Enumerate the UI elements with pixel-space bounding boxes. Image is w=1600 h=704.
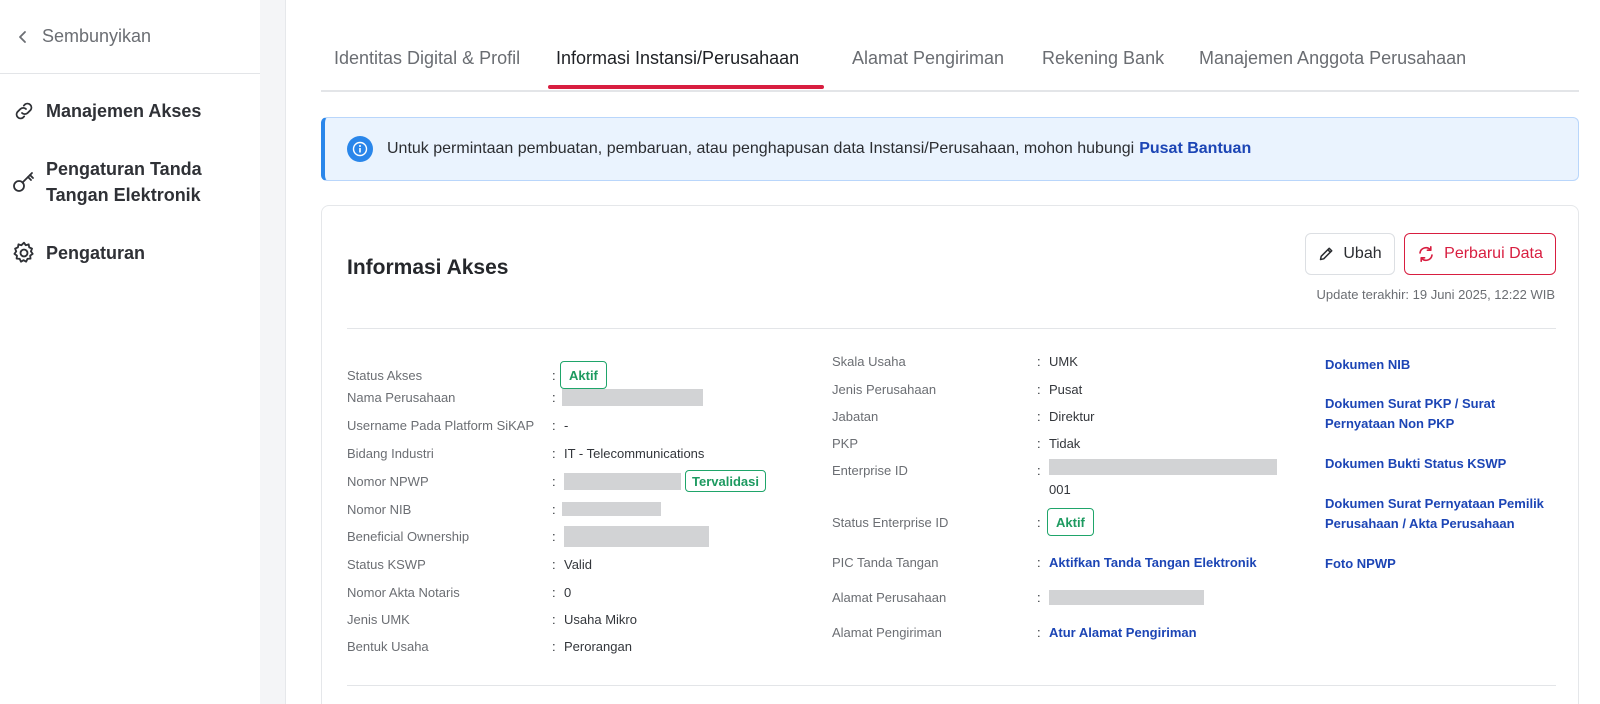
tab-manajemen-anggota[interactable]: Manajemen Anggota Perusahaan xyxy=(1199,48,1466,69)
field-label: Nomor NPWP xyxy=(347,473,429,489)
field-label: Nama Perusahaan xyxy=(347,389,456,405)
status-badge: Aktif xyxy=(560,361,607,389)
sidebar-item-label: Pengaturan xyxy=(46,243,146,263)
document-kswp-link[interactable]: Dokumen Bukti Status KSWP xyxy=(1325,454,1525,474)
field-label: Jabatan xyxy=(832,408,879,424)
edit-button[interactable]: Ubah xyxy=(1305,233,1395,275)
validated-badge: Tervalidasi xyxy=(685,470,766,492)
refresh-label: Perbarui Data xyxy=(1444,245,1543,262)
field-value: Valid xyxy=(564,556,592,572)
field-value: - xyxy=(564,417,569,433)
document-ownership-link[interactable]: Dokumen Surat Pernyataan Pemilik Perusah… xyxy=(1325,494,1560,534)
sidebar: Sembunyikan Manajemen Akses Pengaturan T… xyxy=(0,0,260,704)
sidebar-item-pengaturan[interactable]: Pengaturan xyxy=(0,240,260,266)
photo-npwp-link[interactable]: Foto NPWP xyxy=(1325,554,1525,574)
refresh-icon xyxy=(1417,245,1435,263)
edit-label: Ubah xyxy=(1343,245,1382,262)
field-value: UMK xyxy=(1049,353,1078,369)
content-gutter xyxy=(260,0,286,704)
help-center-link[interactable]: Pusat Bantuan xyxy=(1139,140,1251,158)
field-label: Nomor NIB xyxy=(347,501,412,517)
field-label: Jenis UMK xyxy=(347,611,410,627)
tab-identitas-digital[interactable]: Identitas Digital & Profil xyxy=(334,48,520,69)
redacted-value xyxy=(562,388,703,406)
document-nib-link[interactable]: Dokumen NIB xyxy=(1325,355,1525,375)
set-shipping-address-link[interactable]: Atur Alamat Pengiriman xyxy=(1049,625,1197,640)
redacted-value xyxy=(564,472,681,490)
field-label: Username Pada Platform SiKAP xyxy=(347,417,535,433)
field-label: Jenis Perusahaan xyxy=(832,381,937,397)
tab-informasi-instansi[interactable]: Informasi Instansi/Perusahaan xyxy=(556,48,799,69)
field-value: Direktur xyxy=(1049,408,1095,424)
link-icon xyxy=(0,99,46,123)
active-tab-indicator xyxy=(548,85,824,89)
banner-text: Untuk permintaan pembuatan, pembaruan, a… xyxy=(387,140,1135,157)
sidebar-item-manajemen-akses[interactable]: Manajemen Akses xyxy=(0,98,260,124)
pencil-icon xyxy=(1318,246,1334,262)
field-value: Perorangan xyxy=(564,638,632,654)
field-value: Usaha Mikro xyxy=(564,611,637,627)
field-value: Tidak xyxy=(1049,435,1081,451)
field-label: Beneficial Ownership xyxy=(347,528,470,544)
last-updated-text: Update terakhir: 19 Juni 2025, 12:22 WIB xyxy=(1316,287,1555,302)
field-value: IT - Telecommunications xyxy=(564,445,705,461)
gear-icon xyxy=(0,240,46,266)
card-divider-top xyxy=(347,328,1556,329)
hide-sidebar-label: Sembunyikan xyxy=(42,26,152,46)
tab-alamat-pengiriman[interactable]: Alamat Pengiriman xyxy=(852,48,1004,69)
field-label: Alamat Perusahaan xyxy=(832,589,947,605)
sidebar-item-label: Pengaturan Tanda Tangan Elektronik xyxy=(46,159,202,205)
field-label: Bentuk Usaha xyxy=(347,638,429,654)
field-value: 0 xyxy=(564,584,572,600)
redacted-value xyxy=(564,525,709,547)
field-value: 001 xyxy=(1049,481,1071,497)
field-label: Alamat Pengiriman xyxy=(832,624,942,640)
info-banner: Untuk permintaan pembuatan, pembaruan, a… xyxy=(321,117,1579,181)
field-label: PIC Tanda Tangan xyxy=(832,554,939,570)
refresh-data-button[interactable]: Perbarui Data xyxy=(1404,233,1556,275)
key-icon xyxy=(0,169,46,195)
document-pkp-link[interactable]: Dokumen Surat PKP / Surat Pernyataan Non… xyxy=(1325,394,1525,434)
redacted-value xyxy=(1049,459,1277,475)
activate-e-signature-link[interactable]: Aktifkan Tanda Tangan Elektronik xyxy=(1049,555,1257,570)
field-label: Status Enterprise ID xyxy=(832,514,949,530)
field-label: Bidang Industri xyxy=(347,445,434,461)
field-label: Status KSWP xyxy=(347,556,426,572)
redacted-value xyxy=(1049,589,1204,605)
field-value: Pusat xyxy=(1049,381,1083,397)
field-label: Nomor Akta Notaris xyxy=(347,584,460,600)
sidebar-item-tanda-tangan[interactable]: Pengaturan Tanda Tangan Elektronik xyxy=(0,156,260,208)
tab-rekening-bank[interactable]: Rekening Bank xyxy=(1042,48,1164,69)
hide-sidebar-button[interactable]: Sembunyikan xyxy=(0,0,260,74)
info-icon xyxy=(347,136,373,162)
redacted-value xyxy=(562,502,661,516)
card-title: Informasi Akses xyxy=(347,256,509,279)
status-badge: Aktif xyxy=(1047,508,1094,536)
chevron-left-icon xyxy=(16,30,38,44)
field-label: PKP xyxy=(832,435,859,451)
field-label: Skala Usaha xyxy=(832,353,906,369)
card-divider-bottom xyxy=(347,685,1556,686)
tab-bar: Identitas Digital & Profil Informasi Ins… xyxy=(321,30,1579,92)
field-label: Status Akses xyxy=(347,367,423,383)
sidebar-item-label: Manajemen Akses xyxy=(46,101,202,121)
field-label: Enterprise ID xyxy=(832,462,908,478)
